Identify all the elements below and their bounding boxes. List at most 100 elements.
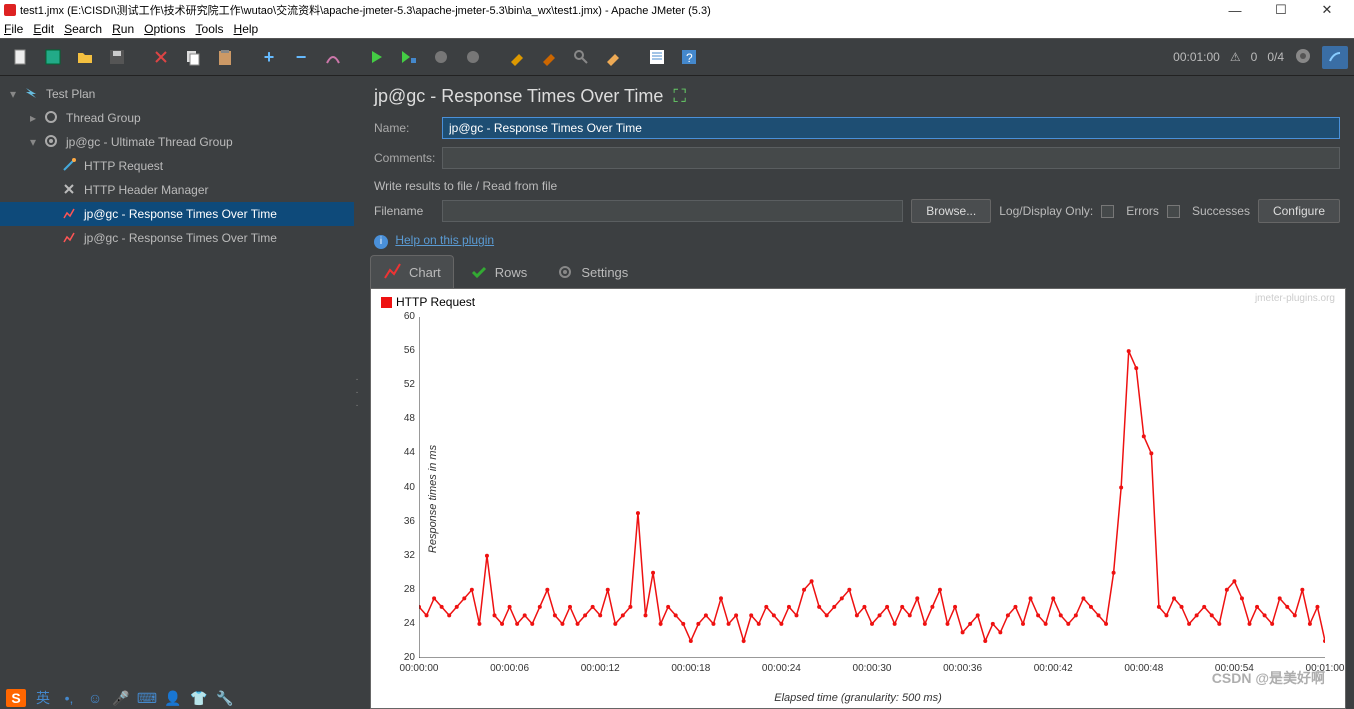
tree-http-request[interactable]: HTTP Request (0, 154, 354, 178)
successes-label: Successes (1192, 204, 1250, 218)
plugin-icon[interactable] (1322, 46, 1348, 69)
save-button[interactable] (102, 43, 132, 71)
main-panel: jp@gc - Response Times Over Time ⛶ Name:… (360, 76, 1354, 709)
minimize-button[interactable]: — (1212, 3, 1258, 18)
tree-label: HTTP Header Manager (84, 183, 209, 197)
tree-response-times-2[interactable]: jp@gc - Response Times Over Time (0, 226, 354, 250)
panel-title-row: jp@gc - Response Times Over Time ⛶ (360, 76, 1354, 113)
paste-button[interactable] (210, 43, 240, 71)
ime-face-icon[interactable]: ☺ (86, 689, 104, 707)
clear-button[interactable] (502, 43, 532, 71)
warning-count: 0 (1251, 50, 1258, 64)
tree-label: jp@gc - Response Times Over Time (84, 231, 277, 245)
menu-tools[interactable]: Tools (196, 22, 224, 36)
filename-label: Filename (374, 204, 434, 218)
tree-panel: ▾ Test Plan ▸ Thread Group ▾ jp@gc - Ult… (0, 76, 354, 709)
legend-label: HTTP Request (396, 295, 475, 309)
cut-button[interactable] (146, 43, 176, 71)
help-link[interactable]: Help on this plugin (395, 233, 494, 247)
errors-checkbox[interactable] (1101, 205, 1114, 218)
fieldset-label: Write results to file / Read from file (360, 173, 1354, 195)
templates-button[interactable] (38, 43, 68, 71)
browse-button[interactable]: Browse... (911, 199, 991, 223)
toolbar: + − ? 00:01:00 ⚠ 0 0/4 (0, 38, 1354, 76)
toolbar-status: 00:01:00 ⚠ 0 0/4 (1173, 46, 1348, 69)
ime-clothes-icon[interactable]: 👕 (190, 689, 208, 707)
open-button[interactable] (70, 43, 100, 71)
tree-response-times-1[interactable]: jp@gc - Response Times Over Time (0, 202, 354, 226)
tab-label: Settings (581, 265, 628, 280)
search-button[interactable] (566, 43, 596, 71)
tree-label: jp@gc - Response Times Over Time (84, 207, 277, 221)
tree-label: Test Plan (46, 87, 95, 101)
successes-checkbox[interactable] (1167, 205, 1180, 218)
menu-search[interactable]: Search (64, 22, 102, 36)
chart-svg (419, 317, 1325, 658)
warning-icon[interactable]: ⚠ (1230, 50, 1241, 64)
menu-edit[interactable]: Edit (33, 22, 54, 36)
tab-settings[interactable]: Settings (542, 255, 641, 288)
stop-button[interactable] (426, 43, 456, 71)
name-label: Name: (374, 121, 442, 135)
tab-chart[interactable]: Chart (370, 255, 454, 288)
thread-count: 0/4 (1267, 50, 1284, 64)
chart-watermark: jmeter-plugins.org (1255, 293, 1335, 304)
copy-button[interactable] (178, 43, 208, 71)
menu-help[interactable]: Help (234, 22, 259, 36)
ime-user-icon[interactable]: 👤 (164, 689, 182, 707)
ime-keyboard-icon[interactable]: ⌨ (138, 689, 156, 707)
expand-icon[interactable]: ⛶ (673, 86, 686, 107)
sogou-icon[interactable]: S (6, 689, 26, 707)
svg-text:?: ? (686, 51, 693, 65)
tree-label: jp@gc - Ultimate Thread Group (66, 135, 233, 149)
panel-title: jp@gc - Response Times Over Time (374, 86, 663, 107)
chart-area: HTTP Request jmeter-plugins.org Response… (370, 288, 1346, 709)
tree-label: HTTP Request (84, 159, 163, 173)
window-title: test1.jmx (E:\CISDI\测试工作\技术研究院工作\wutao\交… (20, 2, 711, 18)
clear-all-button[interactable] (534, 43, 564, 71)
app-icon (4, 4, 16, 16)
function-helper-button[interactable] (642, 43, 672, 71)
elapsed-time: 00:01:00 (1173, 50, 1220, 64)
filename-input[interactable] (442, 200, 903, 222)
tree-test-plan[interactable]: ▾ Test Plan (0, 82, 354, 106)
tree-ultimate-thread-group[interactable]: ▾ jp@gc - Ultimate Thread Group (0, 130, 354, 154)
taskbar: S 英 •, ☺ 🎤 ⌨ 👤 👕 🔧 (0, 687, 240, 709)
run-indicator-icon (1294, 47, 1312, 68)
tab-bar: Chart Rows Settings (360, 255, 1354, 288)
menu-file[interactable]: File (4, 22, 23, 36)
reset-search-button[interactable] (598, 43, 628, 71)
tab-label: Chart (409, 265, 441, 280)
tree-http-header-manager[interactable]: HTTP Header Manager (0, 178, 354, 202)
comments-label: Comments: (374, 151, 442, 165)
shutdown-button[interactable] (458, 43, 488, 71)
chart-legend: HTTP Request (381, 295, 475, 309)
csdn-watermark: CSDN @是美好啊 (1212, 668, 1325, 688)
close-button[interactable]: ✕ (1304, 2, 1350, 18)
ime-tool-icon[interactable]: 🔧 (216, 689, 234, 707)
menu-run[interactable]: Run (112, 22, 134, 36)
help-button[interactable]: ? (674, 43, 704, 71)
name-input[interactable] (442, 117, 1340, 139)
tree-thread-group[interactable]: ▸ Thread Group (0, 106, 354, 130)
errors-label: Errors (1126, 204, 1159, 218)
comments-input[interactable] (442, 147, 1340, 169)
configure-button[interactable]: Configure (1258, 199, 1340, 223)
menubar: File Edit Search Run Options Tools Help (0, 20, 1354, 38)
tab-rows[interactable]: Rows (456, 255, 541, 288)
ime-punct-icon[interactable]: •, (60, 689, 78, 707)
new-button[interactable] (6, 43, 36, 71)
menu-options[interactable]: Options (144, 22, 185, 36)
tree-label: Thread Group (66, 111, 141, 125)
start-no-pause-button[interactable] (394, 43, 424, 71)
toggle-button[interactable] (318, 43, 348, 71)
start-button[interactable] (362, 43, 392, 71)
expand-button[interactable]: + (254, 43, 284, 71)
tab-label: Rows (495, 265, 528, 280)
ime-mic-icon[interactable]: 🎤 (112, 689, 130, 707)
titlebar: test1.jmx (E:\CISDI\测试工作\技术研究院工作\wutao\交… (0, 0, 1354, 20)
maximize-button[interactable]: ☐ (1258, 2, 1304, 18)
ime-lang-icon[interactable]: 英 (34, 689, 52, 707)
collapse-button[interactable]: − (286, 43, 316, 71)
logdisplay-label: Log/Display Only: (999, 204, 1093, 218)
